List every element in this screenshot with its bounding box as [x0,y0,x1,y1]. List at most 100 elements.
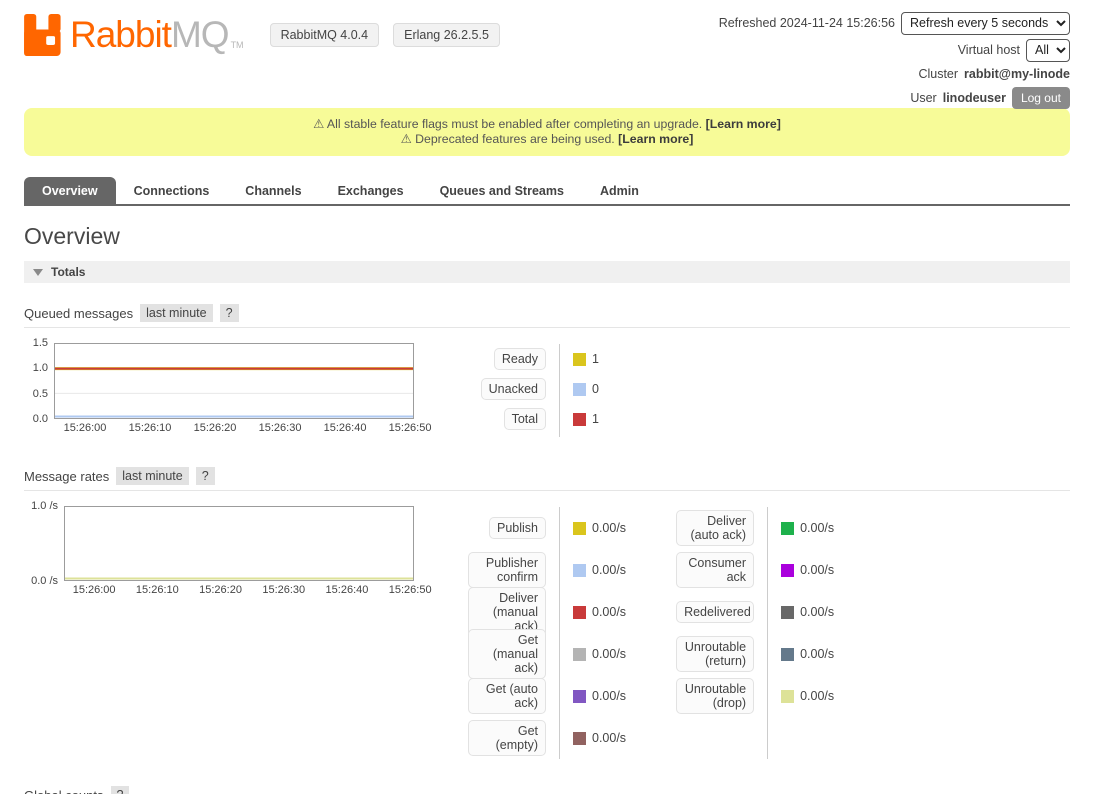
x-tick-label: 15:26:40 [324,422,367,434]
legend-label-deliver-auto-ack: Deliver (auto ack) [676,510,754,546]
queued-messages-heading: Queued messages last minute ? [24,304,1070,328]
message-rates-title: Message rates [24,469,109,484]
cluster-name: rabbit@my-linode [964,67,1070,81]
tab-connections[interactable]: Connections [116,177,228,204]
warning-icon-text: ⚠ All stable feature flags must be enabl… [313,117,702,131]
totals-collapse-bar[interactable]: Totals [24,261,1070,283]
learn-more-link-2[interactable]: [Learn more] [618,132,693,146]
legend-label-redelivered: Redelivered [676,601,754,623]
deliver-auto-ack-value: 0.00/s [800,521,834,535]
legend-label-get-manual-ack: Get (manual ack) [468,629,546,679]
global-counts-heading: Global counts ? [24,786,1070,794]
learn-more-link-1[interactable]: [Learn more] [706,117,781,131]
legend-label-get-empty: Get (empty) [468,720,546,756]
x-tick-label: 15:26:30 [262,584,305,596]
refreshed-timestamp: Refreshed 2024-11-24 15:26:56 [719,16,895,30]
tab-exchanges[interactable]: Exchanges [320,177,422,204]
warning-icon-text-2: ⚠ Deprecated features are being used. [401,132,615,146]
queued-range-badge[interactable]: last minute [140,304,212,322]
x-tick-label: 15:26:20 [199,584,242,596]
rates-plot-area [64,506,414,581]
cluster-label: Cluster [918,67,958,81]
deliver-manual-ack-value: 0.00/s [592,605,626,619]
publish-value: 0.00/s [592,521,626,535]
collapse-triangle-icon [33,269,43,276]
rabbitmq-logo-icon [24,14,64,56]
global-counts-help-badge[interactable]: ? [111,786,130,794]
tab-channels[interactable]: Channels [227,177,319,204]
main-content: Overview Totals Queued messages last min… [0,223,1094,794]
x-tick-label: 15:26:30 [259,422,302,434]
message-rates-chart: 1.0 /s0.0 /s 15:26:0015:26:1015:26:2015:… [24,506,1070,759]
tab-bar: OverviewConnectionsChannelsExchangesQueu… [24,177,1070,206]
rates-x-axis: 15:26:00 15:26:10 15:26:20 15:26:30 15:26:40… [64,584,414,599]
refresh-interval-select[interactable]: Refresh every 5 seconds [901,12,1070,35]
x-tick-label: 15:26:00 [64,422,107,434]
redelivered-value: 0.00/s [800,605,834,619]
y-tick-label: 0.0 [33,413,48,425]
queued-plot-area [54,343,414,419]
y-tick-label: 0.5 [33,388,48,400]
deliver-auto-ack-swatch-icon [781,522,794,535]
user-name: linodeuser [943,91,1006,105]
rates-help-badge[interactable]: ? [196,467,215,485]
rabbitmq-logo[interactable]: RabbitMQTM [24,14,244,56]
unacked-swatch-icon [573,383,586,396]
x-tick-label: 15:26:40 [326,584,369,596]
legend-label-unacked: Unacked [481,378,546,400]
legend-label-consumer-ack: Consumer ack [676,552,754,588]
queued-y-axis: 1.51.00.50.0 [24,343,54,419]
x-tick-label: 15:26:10 [129,422,172,434]
brand-secondary: MQ [171,14,229,56]
user-label: User [910,91,936,105]
queued-legend: ReadyUnackedTotal 101 [462,343,599,437]
y-tick-label: 1.0 /s [31,500,58,512]
consumer-ack-value: 0.00/s [800,563,834,577]
virtual-host-select[interactable]: All [1026,39,1070,62]
unroutable-return-swatch-icon [781,648,794,661]
unacked-value: 0 [592,382,599,396]
consumer-ack-swatch-icon [781,564,794,577]
legend-label-total: Total [504,408,546,430]
legend-label-unroutable-drop: Unroutable (drop) [676,678,754,714]
queued-help-badge[interactable]: ? [220,304,239,322]
redelivered-swatch-icon [781,606,794,619]
get-manual-ack-value: 0.00/s [592,647,626,661]
ready-value: 1 [592,352,599,366]
legend-label-get-auto-ack: Get (auto ack) [468,678,546,714]
warning-banner: ⚠ All stable feature flags must be enabl… [24,108,1070,156]
queued-x-axis: 15:26:00 15:26:10 15:26:20 15:26:30 15:26:40… [54,422,414,437]
x-tick-label: 15:26:10 [136,584,179,596]
rabbitmq-version-badge: RabbitMQ 4.0.4 [270,23,380,47]
x-tick-label: 15:26:50 [389,422,432,434]
rates-y-axis: 1.0 /s0.0 /s [24,506,64,581]
publisher-confirm-value: 0.00/s [592,563,626,577]
x-tick-label: 15:26:20 [194,422,237,434]
trademark: TM [231,40,244,56]
page-title: Overview [24,223,1070,250]
get-auto-ack-swatch-icon [573,690,586,703]
y-tick-label: 1.0 [33,362,48,374]
banner-line-feature-flags: ⚠ All stable feature flags must be enabl… [34,117,1060,132]
legend-label-publish: Publish [489,517,546,539]
get-empty-value: 0.00/s [592,731,626,745]
queued-messages-chart: 1.51.00.50.0 15:26:0015:26:1015:26:2015:… [24,343,1070,437]
logout-button[interactable]: Log out [1012,87,1070,109]
tab-admin[interactable]: Admin [582,177,657,204]
message-rates-heading: Message rates last minute ? [24,467,1070,491]
y-tick-label: 0.0 /s [31,575,58,587]
global-counts-title: Global counts [24,788,104,794]
unroutable-drop-value: 0.00/s [800,689,834,703]
tab-overview[interactable]: Overview [24,177,116,204]
deliver-manual-ack-swatch-icon [573,606,586,619]
brand-primary: Rabbit [70,14,171,56]
rates-legend: PublishPublisher confirmDeliver (manual … [462,506,834,759]
rates-range-badge[interactable]: last minute [116,467,188,485]
tab-queues-and-streams[interactable]: Queues and Streams [422,177,582,204]
get-empty-swatch-icon [573,732,586,745]
y-tick-label: 1.5 [33,337,48,349]
x-tick-label: 15:26:00 [73,584,116,596]
legend-label-unroutable-return: Unroutable (return) [676,636,754,672]
banner-line-deprecated: ⚠ Deprecated features are being used. [L… [34,132,1060,147]
get-auto-ack-value: 0.00/s [592,689,626,703]
